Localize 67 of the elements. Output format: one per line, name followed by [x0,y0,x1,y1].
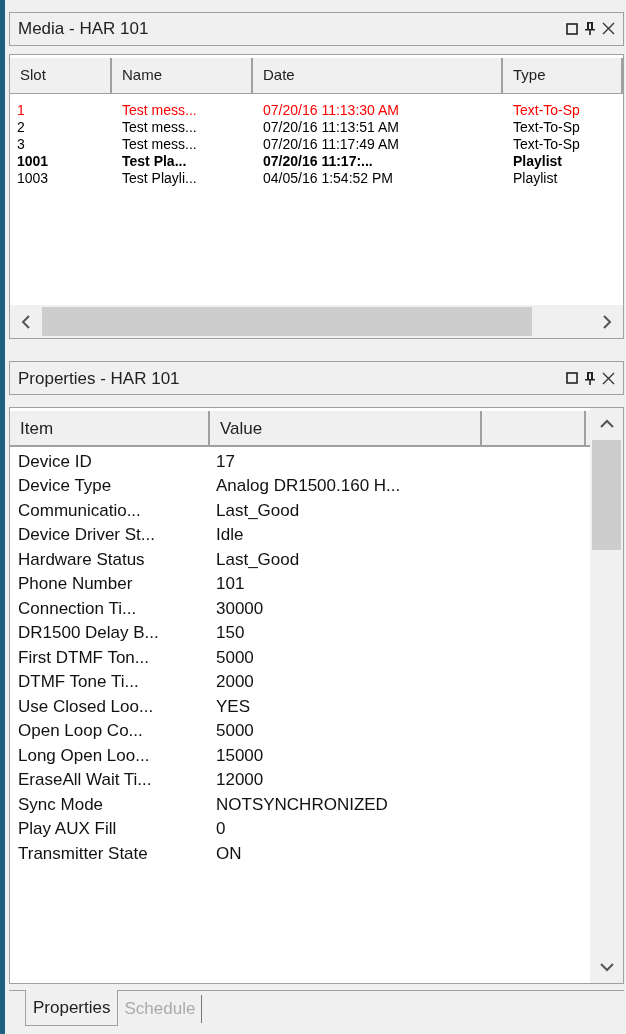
table-cell-text: 07/20/16 11:17:... [262,152,374,170]
panel-title: Properties - HAR 101 [18,367,181,390]
close-icon[interactable] [602,22,615,36]
table-cell-text: 12000 [215,769,264,792]
table-cell-text: 15000 [215,744,264,767]
table-cell-text: Use Closed Loo... [17,695,155,718]
table-cell-text: First DTMF Ton... [17,646,150,669]
table-cell-text: 04/05/16 1:54:52 PM [262,169,394,187]
table-cell-text: Playlist [512,152,564,170]
table-cell-text: Transmitter State [17,842,149,865]
table-cell-text: 07/20/16 11:13:51 AM [262,118,400,136]
table-cell-text: Last_Good [215,548,300,571]
table-cell-text: NOTSYNCHRONIZED [215,793,388,816]
table-cell-text: DR1500 Delay B... [17,622,160,645]
table-cell-text: Test Pla... [121,152,188,170]
maximize-icon[interactable] [566,372,578,385]
maximize-icon[interactable] [566,22,578,35]
table-cell-text: YES [215,695,251,718]
table-cell-text: Open Loop Co... [17,720,144,743]
table-cell-text: Text-To-Sp [512,118,581,136]
table-cell-text: 30000 [215,597,264,620]
table-cell-text: 101 [215,573,245,596]
table-cell-text: Device Type [17,475,113,498]
tab[interactable]: Properties [25,990,119,1027]
table-cell-text: Hardware Status [17,548,146,571]
table-cell-text: DTMF Tone Ti... [17,671,140,694]
table-cell-text: Connection Ti... [17,597,138,620]
table-cell-text: Phone Number [17,573,134,596]
table-cell-text: Play AUX Fill [17,818,118,841]
table-cell-text: Idle [215,524,244,547]
table-cell-text: 5000 [215,646,254,669]
table-cell-text: Long Open Loo... [17,744,151,767]
table-cell-text: 2 [16,118,26,136]
table-cell-text: Playlist [512,169,559,187]
table-cell-text: EraseAll Wait Ti... [17,769,153,792]
panel-title: Media - HAR 101 [18,18,150,41]
table-cell-text: 150 [215,622,245,645]
table-cell-text: Test mess... [121,101,198,119]
table-cell-text: 1 [16,101,26,119]
table-cell-text: 2000 [215,671,254,694]
scrollbar-thumb[interactable] [42,307,532,337]
close-icon[interactable] [602,371,615,385]
scrollbar-thumb[interactable] [592,440,621,551]
table-cell-text: Text-To-Sp [512,135,581,153]
table-cell-text: Analog DR1500.160 H... [215,475,401,498]
table-cell-text: 0 [215,818,226,841]
pin-icon[interactable] [584,21,596,37]
table-cell-text: 07/20/16 11:17:49 AM [262,135,400,153]
pin-icon[interactable] [584,370,596,386]
table-cell-text: Sync Mode [17,793,105,816]
table-cell-text: ON [215,842,242,865]
table-cell-text: Device Driver St... [17,524,156,547]
table-cell-text: Test mess... [121,118,198,136]
table-cell-text: 17 [215,450,235,473]
table-cell-text: 1001 [16,152,50,170]
table-cell-text: 07/20/16 11:13:30 AM [262,101,400,119]
table-cell-text: Communicatio... [17,499,142,522]
table-cell-text: 1003 [16,169,50,187]
table-cell-text: 3 [16,135,26,153]
table-cell-text: Text-To-Sp [512,101,581,119]
table-cell-text: Device ID [17,450,93,473]
horizontal-scrollbar[interactable] [10,305,623,339]
table-cell-text: Last_Good [215,499,300,522]
table-cell-text: Test mess... [121,135,198,153]
table-cell-text: Test Playli... [121,169,198,187]
table-cell-text: 5000 [215,720,254,743]
vertical-scrollbar[interactable] [590,408,623,984]
